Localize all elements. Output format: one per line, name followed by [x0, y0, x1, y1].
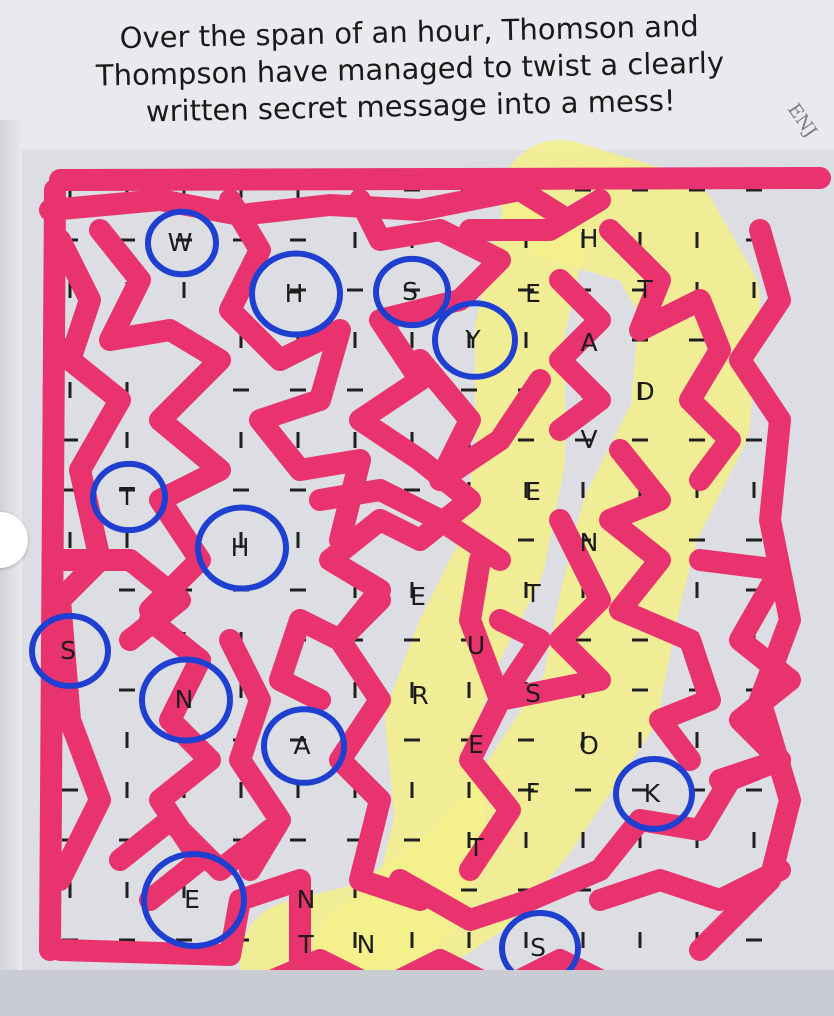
circle-mark-a2: [261, 706, 347, 786]
circle-mark-t2: [90, 460, 168, 534]
circle-mark-n2: [139, 656, 233, 744]
circle-mark-e5: [141, 851, 247, 949]
circle-mark-h1: [249, 250, 343, 338]
circle-mark-s2: [29, 613, 111, 689]
circle-mark-w: [145, 208, 219, 278]
circle-mark-h3: [195, 504, 289, 592]
bottom-edge: [0, 970, 834, 1016]
circle-mark-k: [613, 756, 695, 832]
blue-circles: [29, 208, 695, 986]
puzzle-screenshot: Over the span of an hour, Thomson and Th…: [0, 0, 834, 1016]
circle-mark-y: [432, 300, 518, 380]
circle-mark-s1: [373, 255, 451, 329]
